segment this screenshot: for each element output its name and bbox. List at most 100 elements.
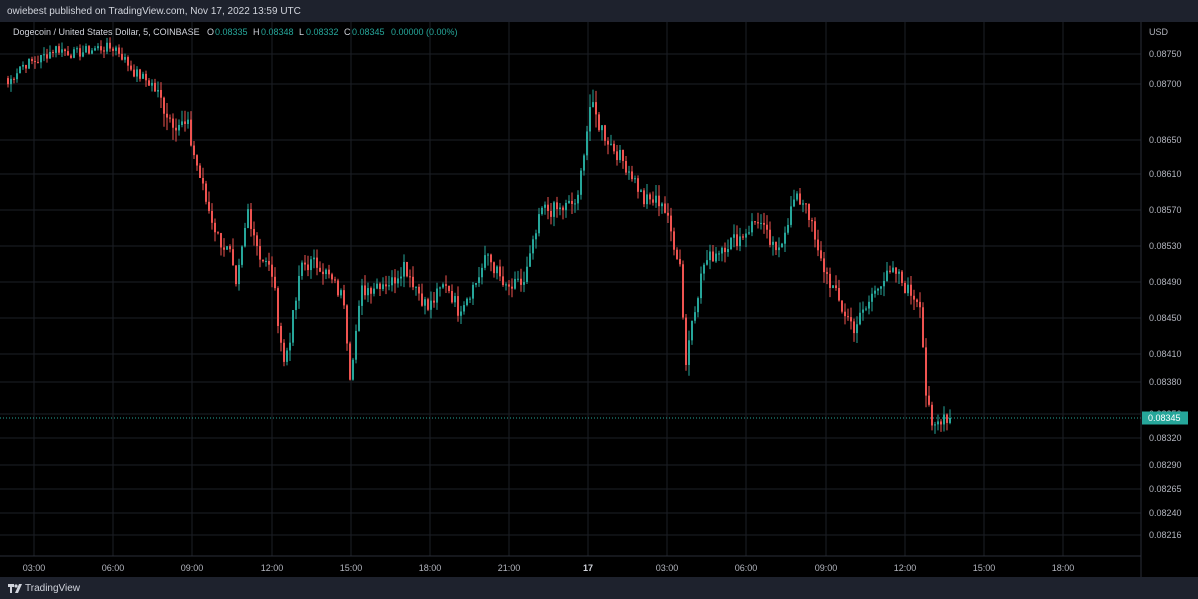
low-value: 0.08332: [306, 27, 339, 37]
candle-body: [637, 178, 639, 192]
candle-body: [94, 48, 96, 51]
candle-body: [130, 65, 132, 70]
candle-body: [490, 254, 492, 263]
candle-body: [31, 58, 33, 62]
time-tick-label: 15:00: [340, 563, 363, 573]
candle-body: [568, 200, 570, 203]
candle-body: [397, 278, 399, 284]
candle-body: [421, 293, 423, 306]
candle-body: [778, 247, 780, 251]
candle-body: [655, 195, 657, 203]
price-axis[interactable]: USD 0.08750 0.08700 0.08650 0.08610 0.08570 0…: [1140, 22, 1188, 577]
candle-body: [607, 140, 609, 145]
tradingview-brand: TradingView: [25, 583, 81, 594]
candle-body: [262, 259, 264, 262]
candle-body: [658, 195, 660, 207]
candle-body: [664, 203, 666, 213]
candle-body: [139, 69, 141, 79]
candle-body: [229, 246, 231, 250]
candle-body: [946, 414, 948, 423]
candle-body: [370, 288, 372, 294]
candle-body: [733, 234, 735, 238]
candle-body: [238, 264, 240, 285]
candle-body: [196, 155, 198, 166]
candle-body: [463, 305, 465, 312]
candle-body: [619, 149, 621, 161]
candle-body: [256, 235, 258, 247]
price-tick-label: 0.08750: [1149, 49, 1182, 59]
candle-body: [160, 89, 162, 98]
candle-body: [190, 119, 192, 146]
chart-panel[interactable]: Dogecoin / United States Dollar, 5, COIN…: [0, 22, 1198, 577]
candle-body: [511, 286, 513, 289]
candle-body: [391, 277, 393, 286]
candle-body: [127, 57, 129, 66]
candle-body: [856, 324, 858, 334]
time-tick-label: 21:00: [498, 563, 521, 573]
candle-body: [676, 249, 678, 259]
candle-body: [520, 278, 522, 285]
candle-body: [613, 143, 615, 152]
candle-body: [388, 285, 390, 287]
candle-body: [880, 286, 882, 289]
candle-body: [7, 78, 9, 85]
candle-body: [805, 203, 807, 205]
candle-body: [241, 246, 243, 265]
candle-body: [814, 221, 816, 240]
price-chart[interactable]: Dogecoin / United States Dollar, 5, COIN…: [0, 22, 1198, 577]
candle-body: [313, 257, 315, 260]
candle-body: [259, 246, 261, 260]
candle-body: [184, 121, 186, 124]
candle-body: [538, 214, 540, 234]
time-tick-label: 12:00: [894, 563, 917, 573]
candle-body: [211, 210, 213, 223]
candle-body: [451, 291, 453, 303]
candle-body: [337, 280, 339, 296]
candle-body: [55, 46, 57, 53]
price-tick-label: 0.08290: [1149, 460, 1182, 470]
candle-body: [91, 50, 93, 54]
candle-body: [106, 42, 108, 52]
candle-body: [544, 204, 546, 208]
price-tick-label: 0.08490: [1149, 277, 1182, 287]
candle-body: [505, 284, 507, 286]
publish-header: owiebest published on TradingView.com, N…: [0, 0, 1198, 22]
candle-body: [61, 49, 63, 53]
candle-body: [661, 203, 663, 207]
price-tick-label: 0.08570: [1149, 205, 1182, 215]
candle-body: [172, 118, 174, 128]
candle-body: [271, 264, 273, 277]
time-tick-label: 09:00: [815, 563, 838, 573]
candle-body: [136, 69, 138, 77]
candle-body: [220, 233, 222, 248]
candle-body: [673, 231, 675, 250]
candle-body: [898, 271, 900, 274]
candle-body: [406, 261, 408, 277]
price-tick-label: 0.08530: [1149, 241, 1182, 251]
candle-body: [400, 276, 402, 279]
candle-body: [622, 149, 624, 162]
price-tick-label: 0.08610: [1149, 169, 1182, 179]
candle-body: [433, 300, 435, 303]
candle-body: [253, 228, 255, 236]
candle-body: [346, 305, 348, 344]
candle-body: [265, 260, 267, 262]
candle-body: [70, 55, 72, 58]
candle-body: [574, 203, 576, 205]
candle-body: [820, 250, 822, 259]
candle-body: [499, 266, 501, 277]
tradingview-logo[interactable]: TradingView: [8, 583, 80, 594]
candle-body: [73, 49, 75, 58]
candle-body: [532, 239, 534, 254]
candle-body: [937, 421, 939, 425]
candle-body: [58, 46, 60, 53]
candle-body: [859, 312, 861, 325]
candle-body: [142, 73, 144, 79]
candle-body: [838, 288, 840, 301]
candles: [7, 37, 951, 434]
candle-body: [478, 277, 480, 283]
candle-body: [439, 287, 441, 289]
candle-body: [475, 282, 477, 285]
time-axis[interactable]: 03:00 06:00 09:00 12:00 15:00 18:00 21:00 17 03:…: [0, 555, 1141, 573]
candle-body: [202, 177, 204, 184]
